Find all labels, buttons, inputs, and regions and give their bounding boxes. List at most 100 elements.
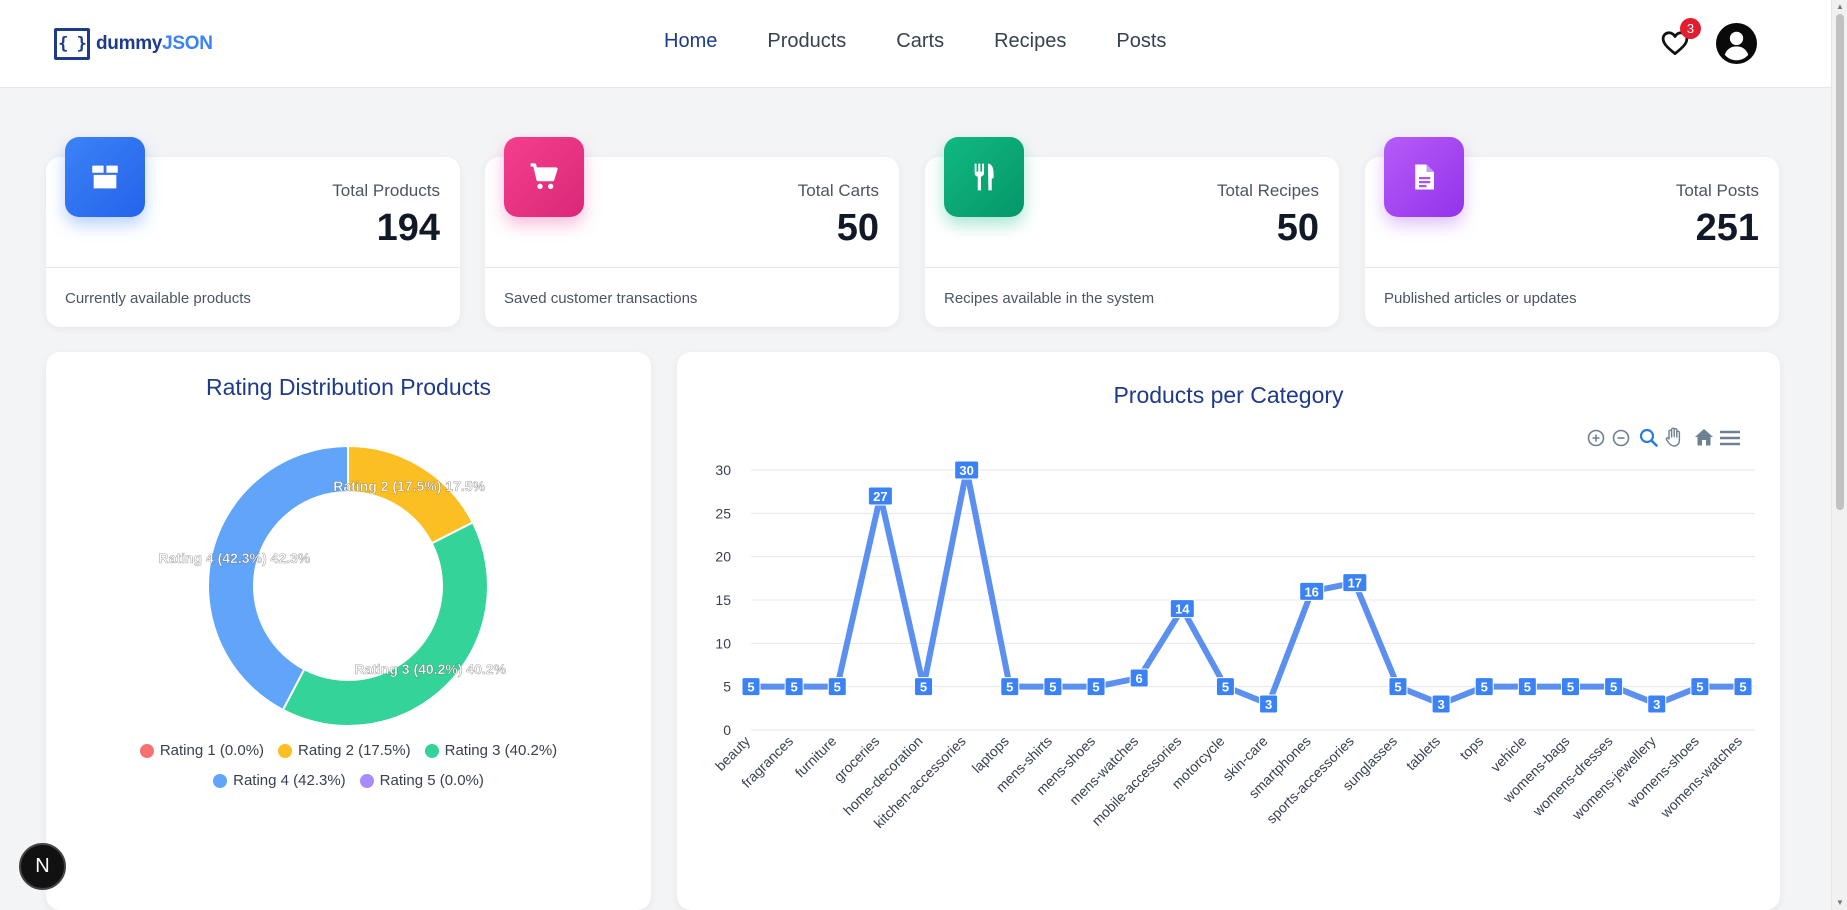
data-point-label[interactable]: 5 [1086, 677, 1106, 697]
utensils-icon [974, 163, 994, 191]
x-tick-label: beauty [712, 733, 753, 774]
data-label-text: 5 [834, 680, 841, 695]
legend-item[interactable]: Rating 4 (42.3%) [213, 772, 346, 789]
data-point-label[interactable]: 30 [954, 460, 980, 480]
data-point-label[interactable]: 5 [1517, 677, 1537, 697]
stat-value: 50 [836, 207, 879, 249]
stat-description: Published articles or updates [1384, 290, 1577, 307]
slice-label: Rating 2 (17.5%) 17.5% [333, 478, 485, 494]
data-point-label[interactable]: 5 [741, 677, 761, 697]
data-point-label[interactable]: 17 [1342, 573, 1368, 593]
user-avatar-icon[interactable] [1716, 23, 1757, 64]
pan-hand-icon[interactable] [1665, 427, 1681, 447]
zoom-out-icon[interactable] [1612, 429, 1630, 447]
reset-zoom-home-icon[interactable] [1695, 429, 1713, 446]
logo-text: dummyJSON [96, 33, 213, 54]
data-point-label[interactable]: 5 [1733, 677, 1753, 697]
data-point-label[interactable]: 27 [867, 486, 893, 506]
legend-item[interactable]: Rating 1 (0.0%) [139, 742, 265, 759]
stat-card-posts: Total Posts 251 Published articles or up… [1365, 137, 1779, 327]
data-label-text: 6 [1136, 671, 1143, 686]
n-logo-icon: N [35, 855, 50, 877]
data-label-text: 5 [1739, 680, 1746, 695]
page-scrollbar[interactable]: ▲ ▼ [1831, 0, 1847, 910]
nextjs-dev-indicator[interactable]: N [19, 843, 66, 890]
legend-item[interactable]: Rating 2 (17.5%) [278, 742, 411, 759]
x-tick-label: tops [1456, 733, 1486, 763]
data-point-label[interactable]: 5 [1604, 677, 1624, 697]
data-point-label[interactable]: 14 [1169, 599, 1195, 619]
stat-label: Total Recipes [1216, 181, 1319, 200]
data-point-label[interactable]: 16 [1299, 581, 1325, 601]
legend-label: Rating 5 (0.0%) [379, 772, 484, 789]
main-nav: Home Products Carts Recipes Posts [664, 30, 1166, 53]
data-point-label[interactable]: 5 [1043, 677, 1063, 697]
data-point-label[interactable]: 5 [914, 677, 934, 697]
stat-description: Saved customer transactions [504, 290, 698, 307]
divider [485, 267, 899, 268]
nav-home[interactable]: Home [664, 30, 717, 53]
donut-slice-rating-2[interactable] [347, 444, 475, 545]
donut-title: Rating Distribution Products [205, 374, 492, 400]
zoom-in-icon[interactable] [1587, 429, 1605, 447]
data-point-label[interactable]: 5 [1215, 677, 1235, 697]
stat-icon-carts [504, 137, 584, 217]
data-point-label[interactable]: 5 [784, 677, 804, 697]
divider [925, 267, 1339, 268]
slice-label: Rating 4 (42.3%) 42.3% [159, 550, 311, 566]
data-point-label[interactable]: 5 [1388, 677, 1408, 697]
data-label-text: 5 [1092, 680, 1099, 695]
data-point-label[interactable]: 6 [1129, 668, 1149, 688]
data-point-label[interactable]: 5 [1000, 677, 1020, 697]
donut-slice-rating-3[interactable] [281, 521, 489, 727]
data-point-label[interactable]: 3 [1647, 694, 1667, 714]
legend-item[interactable]: Rating 3 (40.2%) [424, 742, 558, 759]
y-tick-label: 10 [715, 635, 731, 651]
rating-distribution-panel: Rating Distribution Products Rating 2 (1… [46, 352, 651, 910]
document-icon [1415, 164, 1434, 190]
box-icon [92, 165, 118, 189]
data-point-label[interactable]: 5 [1690, 677, 1710, 697]
scroll-up-arrow-icon[interactable]: ▲ [1835, 2, 1845, 12]
zoom-select-icon[interactable] [1639, 428, 1658, 447]
data-point-label[interactable]: 5 [1560, 677, 1580, 697]
nav-recipes[interactable]: Recipes [994, 30, 1066, 53]
legend-label: Rating 3 (40.2%) [444, 742, 558, 759]
cart-icon [530, 163, 558, 189]
data-label-text: 5 [1696, 680, 1703, 695]
data-point-label[interactable]: 3 [1431, 694, 1451, 714]
stat-icon-products [65, 137, 145, 217]
data-label-text: 5 [1049, 680, 1056, 695]
logo[interactable]: { } dummyJSON [54, 28, 213, 60]
legend-label: Rating 1 (0.0%) [159, 742, 265, 759]
data-point-label[interactable]: 5 [1474, 677, 1494, 697]
data-label-text: 14 [1175, 602, 1190, 617]
legend-item[interactable]: Rating 5 (0.0%) [359, 772, 484, 789]
divider [46, 267, 460, 268]
legend-dot [139, 743, 154, 758]
data-label-text: 5 [791, 680, 798, 695]
scroll-thumb[interactable] [1836, 14, 1844, 510]
line-series [751, 469, 1743, 708]
legend-dot [278, 743, 293, 758]
nav-products[interactable]: Products [767, 30, 846, 53]
nav-carts[interactable]: Carts [896, 30, 944, 53]
data-point-label[interactable]: 5 [827, 677, 847, 697]
stat-description: Recipes available in the system [944, 290, 1155, 307]
products-per-category-panel: Products per Category 0 5 10 15 20 25 30 beaut… [677, 352, 1780, 910]
data-label-text: 16 [1304, 584, 1318, 599]
navbar: { } dummyJSON Home Products Carts Recipe… [0, 0, 1831, 88]
stat-description: Currently available products [65, 290, 251, 307]
y-tick-label: 0 [723, 722, 731, 738]
x-tick-label: womens-dresses [1529, 733, 1616, 820]
chart-menu-icon[interactable] [1720, 430, 1740, 446]
series-line[interactable] [751, 469, 1743, 708]
stat-value: 50 [1276, 207, 1319, 249]
nav-posts[interactable]: Posts [1116, 30, 1166, 53]
scroll-down-arrow-icon[interactable]: ▼ [1835, 898, 1845, 908]
donut-slice-rating-4[interactable] [207, 444, 349, 712]
data-label-text: 5 [1567, 680, 1574, 695]
stat-card-recipes: Total Recipes 50 Recipes available in th… [925, 137, 1339, 327]
data-point-label[interactable]: 3 [1259, 694, 1279, 714]
divider [1365, 267, 1779, 268]
